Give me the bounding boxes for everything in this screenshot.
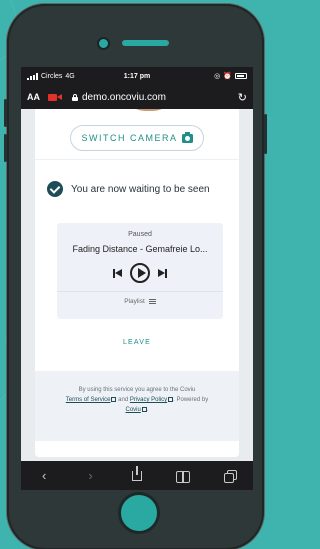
legal-prefix: By using this service you agree to the C… xyxy=(78,387,196,393)
leave-button[interactable]: LEAVE xyxy=(35,339,239,346)
external-link-icon xyxy=(111,396,117,402)
earpiece-speaker xyxy=(122,40,169,46)
book-icon xyxy=(176,470,191,483)
forward-icon[interactable]: › xyxy=(81,468,101,484)
terms-of-service-link[interactable]: Terms of Service xyxy=(66,397,111,403)
player-status: Paused xyxy=(128,231,152,238)
legal-suffix: . xyxy=(146,407,149,413)
player-divider xyxy=(57,291,223,292)
tabs-button[interactable] xyxy=(220,468,240,484)
legal-footer: By using this service you agree to the C… xyxy=(35,371,239,441)
privacy-policy-link[interactable]: Privacy Policy xyxy=(130,397,167,403)
tabs-icon xyxy=(223,469,237,483)
home-button[interactable] xyxy=(118,492,160,534)
browser-toolbar: ‹ › xyxy=(21,461,253,490)
text-size-button[interactable]: AA xyxy=(27,92,40,102)
playlist-label: Playlist xyxy=(124,298,145,305)
bookmarks-button[interactable] xyxy=(173,468,193,484)
check-circle-icon xyxy=(47,181,63,197)
legal-powered: . Powered by xyxy=(173,397,209,403)
waiting-status: You are now waiting to be seen xyxy=(47,181,210,197)
divider xyxy=(35,159,239,160)
battery-icon xyxy=(235,73,247,79)
list-icon xyxy=(148,299,156,304)
status-bar: Circles 4G 1:17 pm ◎ ⏰ xyxy=(21,67,253,85)
legal-text: By using this service you agree to the C… xyxy=(43,385,231,415)
volume-button xyxy=(4,134,7,162)
screen: Circles 4G 1:17 pm ◎ ⏰ AA demo.oncoviu.c… xyxy=(21,67,253,490)
legal-and: and xyxy=(118,397,129,403)
front-camera xyxy=(97,37,110,50)
address-bar[interactable]: AA demo.oncoviu.com ↻ xyxy=(21,85,253,109)
power-button xyxy=(264,114,267,154)
waiting-room-card: SWITCH CAMERA You are now waiting to be … xyxy=(35,109,239,457)
reload-icon[interactable]: ↻ xyxy=(238,91,247,104)
skip-next-icon[interactable] xyxy=(158,268,167,278)
playlist-button[interactable]: Playlist xyxy=(57,298,223,305)
volume-button xyxy=(4,99,7,127)
self-video-preview xyxy=(125,109,173,111)
track-title: Fading Distance - Gemafreie Lo... xyxy=(72,244,208,254)
coviu-link[interactable]: Coviu xyxy=(125,407,140,413)
share-button[interactable] xyxy=(127,465,147,484)
music-player: Paused Fading Distance - Gemafreie Lo...… xyxy=(57,223,223,319)
share-icon xyxy=(131,465,142,481)
switch-camera-label: SWITCH CAMERA xyxy=(81,133,178,143)
player-controls xyxy=(57,263,223,283)
play-button[interactable] xyxy=(130,263,150,283)
camera-icon xyxy=(181,131,193,143)
skip-previous-icon[interactable] xyxy=(113,268,122,278)
url-text[interactable]: demo.oncoviu.com xyxy=(82,92,166,103)
waiting-message: You are now waiting to be seen xyxy=(71,183,210,195)
video-camera-icon[interactable] xyxy=(48,93,62,102)
clock: 1:17 pm xyxy=(123,72,151,80)
web-page: SWITCH CAMERA You are now waiting to be … xyxy=(21,109,253,461)
lock-icon xyxy=(72,93,78,101)
back-icon[interactable]: ‹ xyxy=(34,468,54,484)
switch-camera-button[interactable]: SWITCH CAMERA xyxy=(70,125,204,151)
